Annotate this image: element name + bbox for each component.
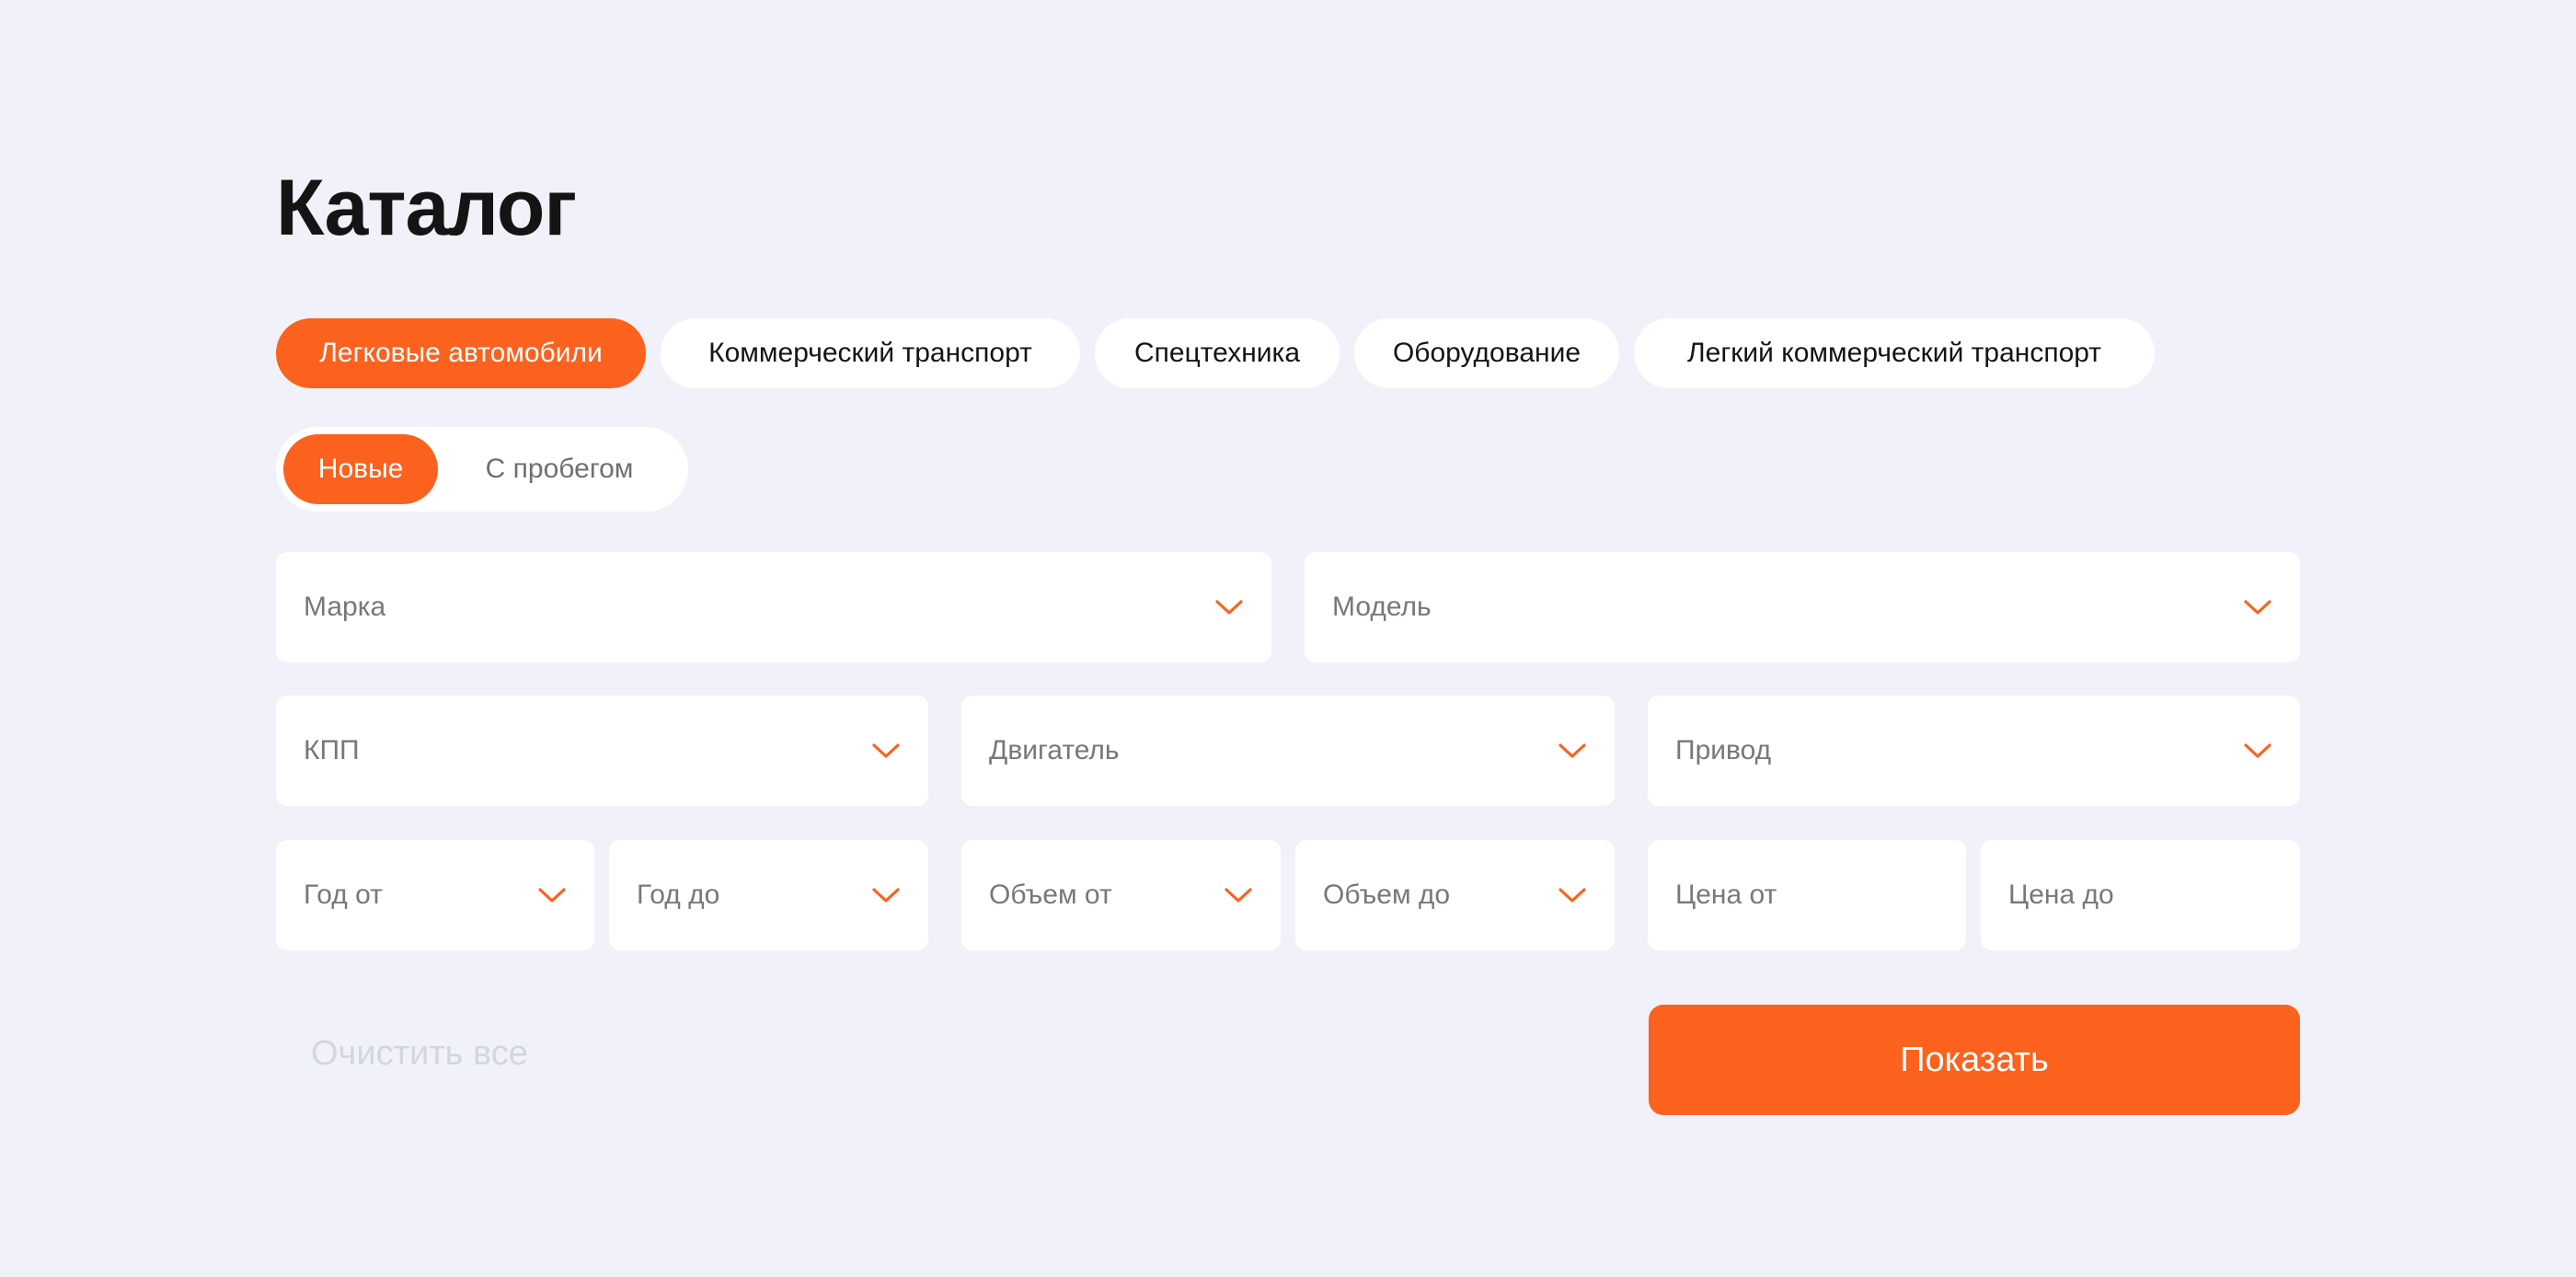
price-from-input[interactable]: Цена от: [1648, 840, 1966, 950]
model-label: Модель: [1332, 592, 1432, 622]
year-to-label: Год до: [637, 880, 720, 910]
category-tab-special[interactable]: Спецтехника: [1095, 318, 1340, 388]
year-from-select[interactable]: Год от: [276, 840, 594, 950]
clear-all-button[interactable]: Очистить все: [311, 1034, 528, 1074]
category-tab-cars[interactable]: Легковые автомобили: [276, 318, 646, 388]
engine-label: Двигатель: [989, 735, 1120, 765]
model-select[interactable]: Модель: [1305, 552, 2300, 662]
category-tab-light-commercial[interactable]: Легкий коммерческий транспорт: [1634, 318, 2155, 388]
category-tab-commercial[interactable]: Коммерческий транспорт: [661, 318, 1080, 388]
transmission-select[interactable]: КПП: [276, 696, 928, 806]
condition-toggle: Новые С пробегом: [276, 427, 688, 512]
year-to-select[interactable]: Год до: [609, 840, 928, 950]
transmission-label: КПП: [304, 735, 360, 765]
chevron-down-icon: [1558, 888, 1586, 903]
page-title: Каталог: [276, 164, 577, 252]
chevron-down-icon: [538, 888, 566, 903]
chevron-down-icon: [1215, 600, 1243, 615]
drive-select[interactable]: Привод: [1648, 696, 2300, 806]
volume-from-label: Объем от: [989, 880, 1112, 910]
category-tabs: Легковые автомобили Коммерческий транспо…: [276, 318, 2155, 388]
chevron-down-icon: [872, 888, 900, 903]
show-button[interactable]: Показать: [1649, 1005, 2300, 1115]
drive-label: Привод: [1675, 735, 1772, 765]
brand-label: Марка: [304, 592, 386, 622]
chevron-down-icon: [1225, 888, 1252, 903]
chevron-down-icon: [872, 743, 900, 758]
engine-select[interactable]: Двигатель: [961, 696, 1615, 806]
brand-select[interactable]: Марка: [276, 552, 1271, 662]
chevron-down-icon: [2244, 600, 2271, 615]
chevron-down-icon: [2244, 743, 2271, 758]
price-from-placeholder: Цена от: [1675, 880, 1777, 910]
price-to-placeholder: Цена до: [2008, 880, 2114, 910]
condition-used-button[interactable]: С пробегом: [438, 434, 681, 504]
chevron-down-icon: [1558, 743, 1586, 758]
volume-to-select[interactable]: Объем до: [1295, 840, 1615, 950]
price-to-input[interactable]: Цена до: [1981, 840, 2300, 950]
volume-to-label: Объем до: [1323, 880, 1451, 910]
condition-new-button[interactable]: Новые: [283, 434, 439, 504]
category-tab-equipment[interactable]: Оборудование: [1354, 318, 1619, 388]
volume-from-select[interactable]: Объем от: [961, 840, 1281, 950]
year-from-label: Год от: [304, 880, 383, 910]
